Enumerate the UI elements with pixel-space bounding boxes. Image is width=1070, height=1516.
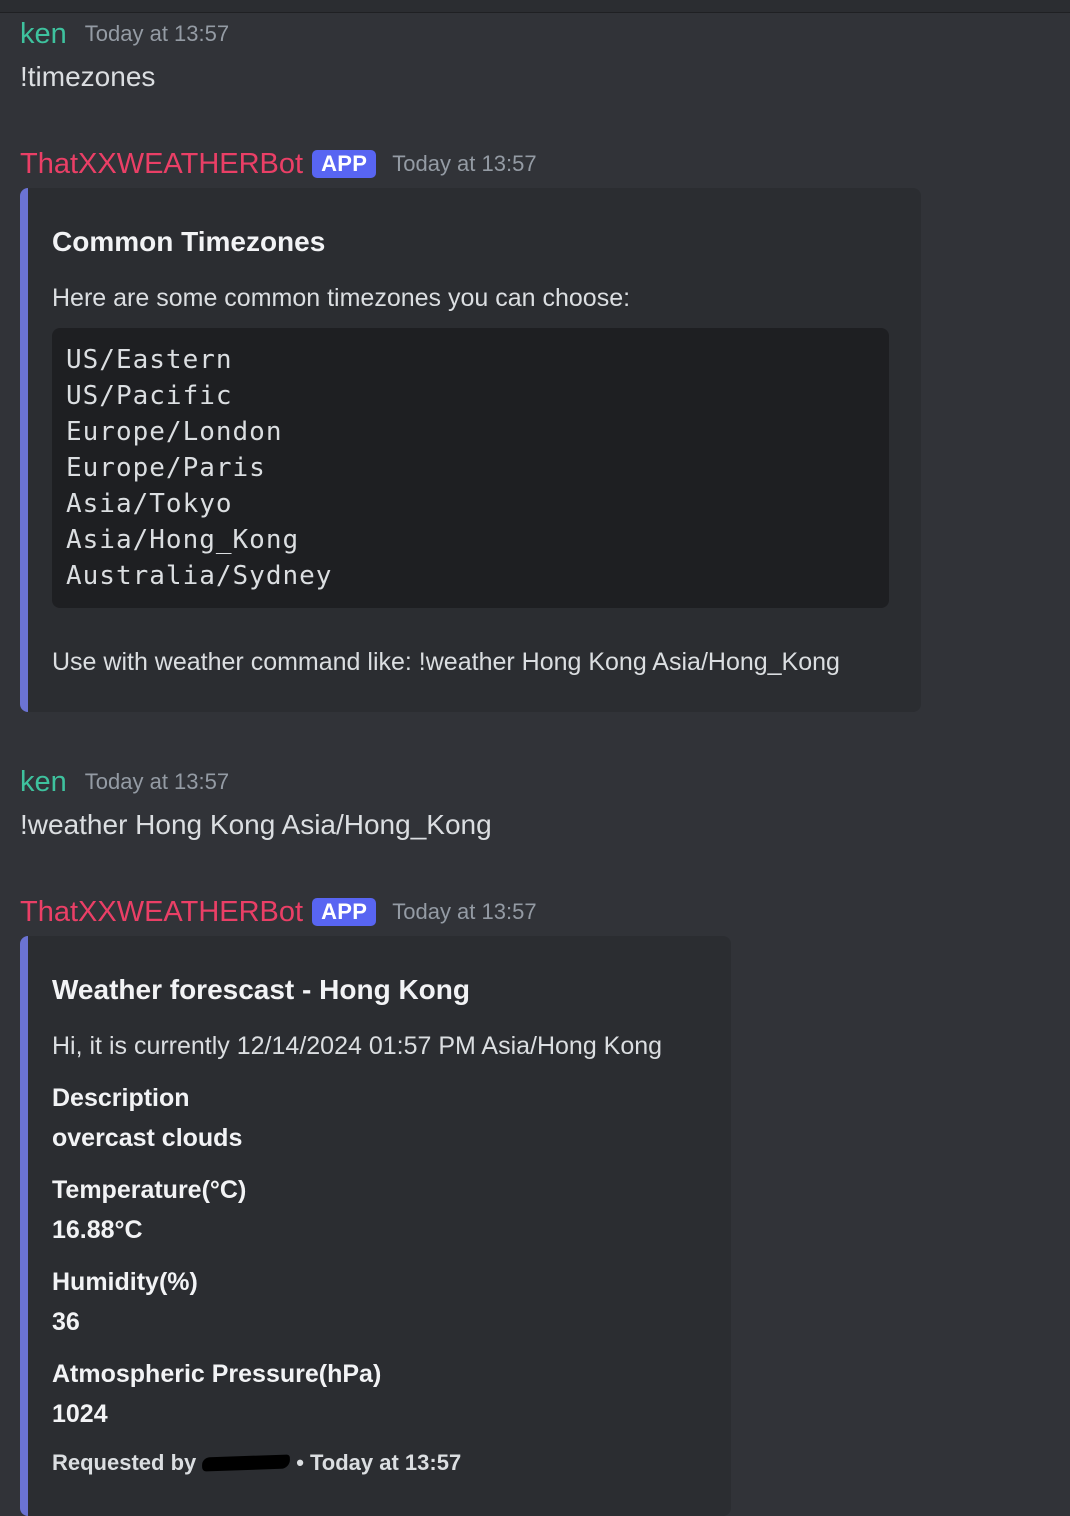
message-user-timezones: ken Today at 13:57 !timezones xyxy=(20,14,229,96)
embed-title: Weather forescast - Hong Kong xyxy=(52,974,470,1005)
code-line: Asia/Tokyo xyxy=(66,489,233,519)
message-timestamp[interactable]: Today at 13:57 xyxy=(85,769,229,795)
app-badge: APP xyxy=(312,150,377,178)
footer-separator: • xyxy=(296,1450,304,1475)
message-timestamp[interactable]: Today at 13:57 xyxy=(392,899,536,925)
field-value-pressure: 1024 xyxy=(52,1400,108,1428)
message-text: !weather Hong Kong Asia/Hong_Kong xyxy=(20,809,492,840)
code-line: Europe/London xyxy=(66,417,283,447)
footer-timestamp: Today at 13:57 xyxy=(309,1450,462,1475)
embed-title: Common Timezones xyxy=(52,226,326,257)
embed-footer: Requested by • Today at 13:57 xyxy=(52,1450,461,1476)
code-line: US/Eastern xyxy=(66,345,233,375)
redacted-username xyxy=(202,1454,291,1472)
field-name-pressure: Atmospheric Pressure(hPa) xyxy=(52,1360,382,1388)
code-line: Asia/Hong_Kong xyxy=(66,525,300,555)
field-value-temperature: 16.88°C xyxy=(52,1216,143,1244)
message-text: !timezones xyxy=(20,61,156,92)
field-name-description: Description xyxy=(52,1084,190,1112)
message-timestamp[interactable]: Today at 13:57 xyxy=(392,151,536,177)
field-name-temperature: Temperature(°C) xyxy=(52,1176,247,1204)
footer-requested-by-label: Requested by xyxy=(52,1450,197,1475)
embed-description: Hi, it is currently 12/14/2024 01:57 PM … xyxy=(52,1032,663,1060)
message-timestamp[interactable]: Today at 13:57 xyxy=(85,21,229,47)
username[interactable]: ken xyxy=(20,762,67,802)
timezone-codeblock: US/Eastern US/Pacific Europe/London Euro… xyxy=(52,328,889,608)
username[interactable]: ken xyxy=(20,14,67,54)
bot-username[interactable]: ThatXXWEATHERBot xyxy=(20,144,303,184)
field-value-description: overcast clouds xyxy=(52,1124,243,1152)
weather-embed: Weather forescast - Hong Kong Hi, it is … xyxy=(20,936,731,1516)
timezones-embed: Common Timezones Here are some common ti… xyxy=(20,188,921,712)
field-name-humidity: Humidity(%) xyxy=(52,1268,198,1296)
code-line: Australia/Sydney xyxy=(66,561,333,591)
code-line: Europe/Paris xyxy=(66,453,266,483)
embed-usage-note: Use with weather command like: !weather … xyxy=(52,648,840,676)
code-line: US/Pacific xyxy=(66,381,233,411)
embed-description: Here are some common timezones you can c… xyxy=(52,284,631,312)
app-badge: APP xyxy=(312,898,377,926)
message-user-weather: ken Today at 13:57 !weather Hong Kong As… xyxy=(20,762,492,844)
field-value-humidity: 36 xyxy=(52,1308,80,1336)
bot-username[interactable]: ThatXXWEATHERBot xyxy=(20,892,303,932)
message-bot-header: ThatXXWEATHERBot APP Today at 13:57 xyxy=(20,892,537,932)
message-bot-header: ThatXXWEATHERBot APP Today at 13:57 xyxy=(20,144,537,184)
top-divider xyxy=(0,0,1070,13)
